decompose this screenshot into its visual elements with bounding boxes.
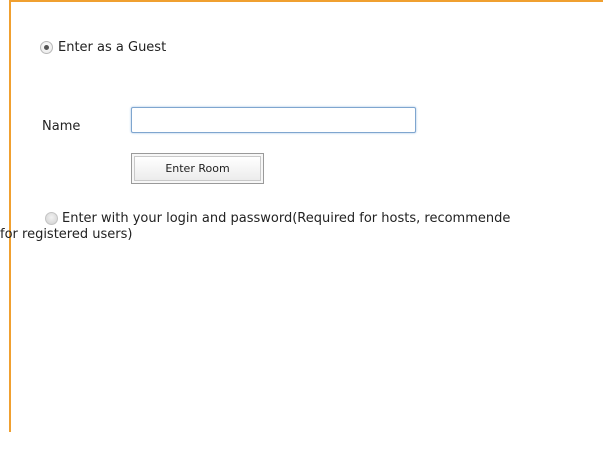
login-option-label-continued[interactable]: for registered users): [0, 227, 132, 243]
login-option-label[interactable]: Enter with your login and password(Requi…: [62, 211, 510, 227]
login-radio-button[interactable]: [45, 212, 58, 225]
guest-radio-button[interactable]: [40, 41, 53, 54]
name-field-label: Name: [42, 119, 81, 134]
name-input[interactable]: [131, 107, 416, 133]
enter-room-button[interactable]: Enter Room: [131, 153, 264, 184]
enter-room-button-label: Enter Room: [134, 156, 261, 181]
guest-option-label[interactable]: Enter as a Guest: [58, 40, 166, 56]
